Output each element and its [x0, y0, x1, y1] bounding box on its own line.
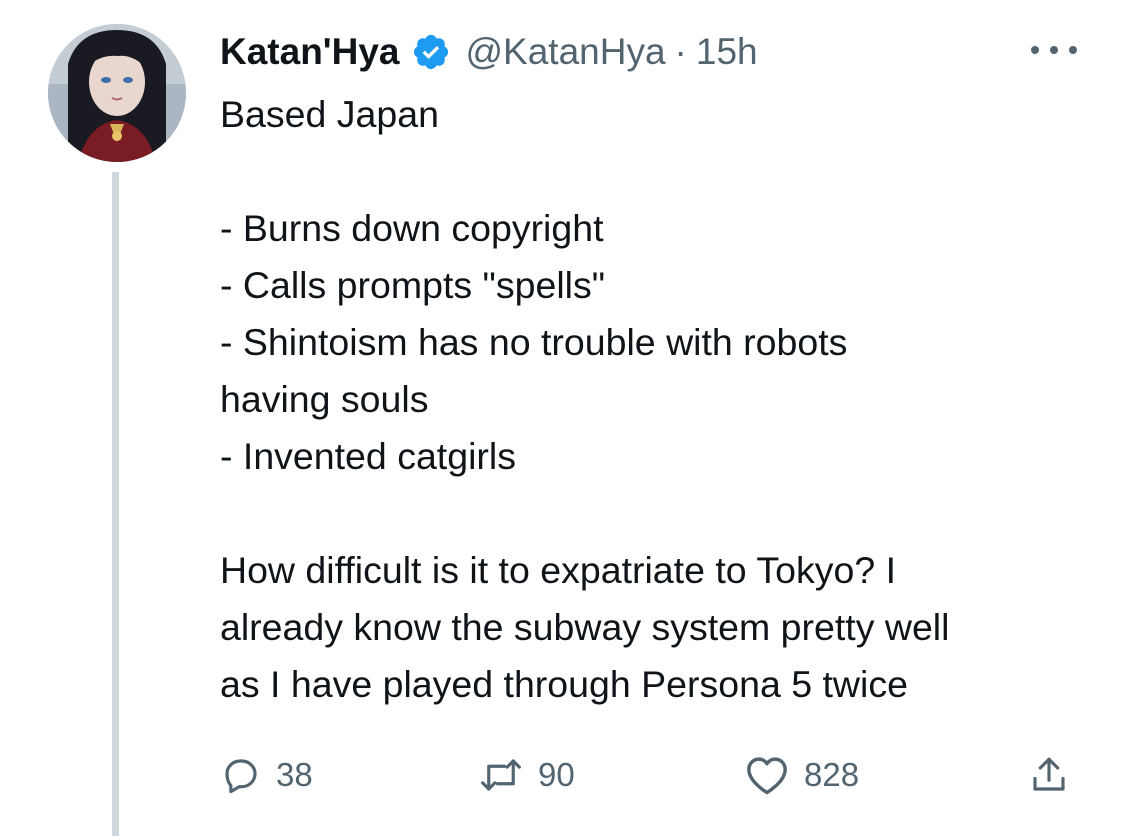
- share-icon: [1033, 757, 1065, 791]
- tweet-text-line: Based Japan: [220, 93, 439, 135]
- tweet-text-line: - Invented catgirls: [220, 435, 516, 477]
- more-horizontal-icon: [1069, 46, 1077, 54]
- reply-icon: [225, 759, 257, 794]
- tweet-text: Based Japan - Burns down copyright - Cal…: [220, 86, 1080, 713]
- verified-badge-icon: [414, 34, 449, 70]
- tweet-header: Katan'Hya @KatanHya · 15h: [220, 26, 1085, 78]
- author-avatar[interactable]: [48, 24, 186, 162]
- tweet-text-line: - Burns down copyright: [220, 207, 604, 249]
- share-button[interactable]: [1028, 750, 1070, 800]
- retweet-icon: [481, 759, 521, 791]
- tweet-text-line: - Calls prompts "spells": [220, 264, 606, 306]
- tweet-timestamp[interactable]: 15h: [696, 31, 758, 73]
- reply-count: 38: [276, 756, 313, 793]
- retweet-button[interactable]: 90: [478, 750, 575, 800]
- tweet-text-line: already know the subway system pretty we…: [220, 606, 950, 648]
- like-count: 828: [804, 756, 860, 793]
- tweet-text-line: How difficult is it to expatriate to Tok…: [220, 549, 897, 591]
- avatar-image: [48, 24, 186, 162]
- more-horizontal-icon: [1031, 46, 1039, 54]
- more-horizontal-icon: [1050, 46, 1058, 54]
- like-button[interactable]: 828: [744, 750, 859, 800]
- more-options-button[interactable]: [1031, 33, 1077, 67]
- retweet-count: 90: [538, 756, 575, 793]
- thread-connector-line: [112, 172, 119, 836]
- heart-icon: [747, 757, 787, 795]
- tweet-text-line: having souls: [220, 378, 429, 420]
- author-handle[interactable]: @KatanHya: [465, 31, 665, 73]
- tweet-text-line: as I have played through Persona 5 twice: [220, 663, 908, 705]
- tweet-text-line: - Shintoism has no trouble with robots: [220, 321, 848, 363]
- separator-dot: ·: [674, 31, 687, 72]
- author-name[interactable]: Katan'Hya: [220, 31, 399, 73]
- tweet-action-bar: 38 90 828: [220, 750, 1080, 800]
- reply-button[interactable]: 38: [220, 750, 313, 800]
